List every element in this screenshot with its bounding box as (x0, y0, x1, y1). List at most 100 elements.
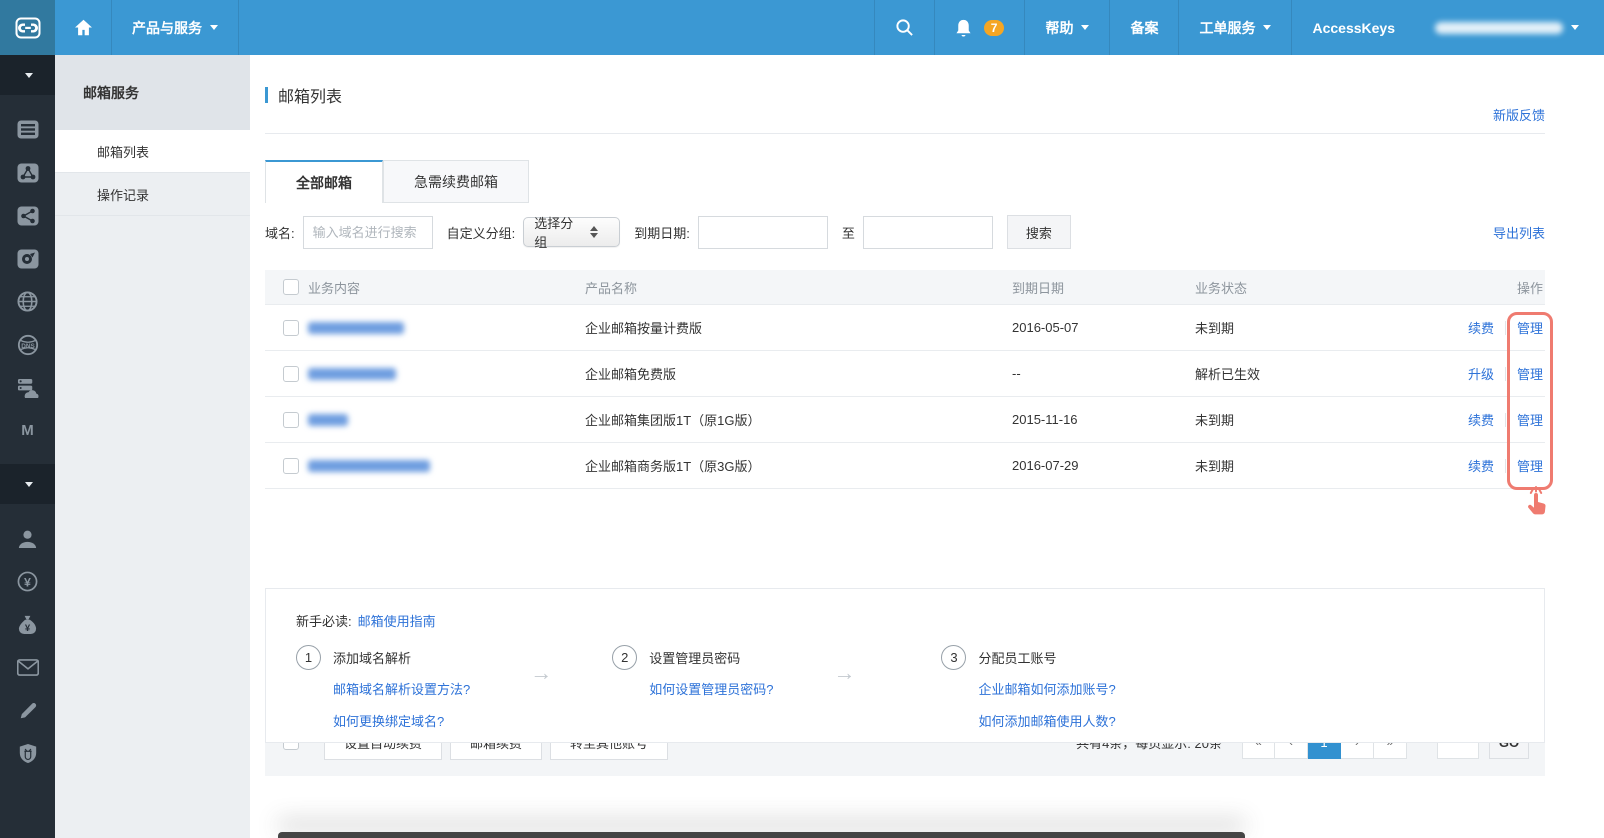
money-bag-icon: ¥ (17, 614, 38, 635)
row-checkbox[interactable] (283, 412, 299, 428)
row-checkbox[interactable] (283, 458, 299, 474)
rail-collapse-top-button[interactable] (0, 55, 55, 95)
sidebar-item-operation-log[interactable]: 操作记录 (55, 173, 250, 216)
chevron-down-icon (25, 482, 33, 487)
upgrade-link[interactable]: 升级 (1468, 364, 1494, 383)
redacted-domain-text[interactable] (308, 368, 396, 380)
product-name: 企业邮箱集团版1T（原1G版） (585, 397, 761, 442)
help-menu[interactable]: 帮助 (1024, 0, 1109, 55)
expire-date: -- (1012, 351, 1021, 396)
step-number: 1 (296, 645, 321, 670)
sidebar-item-label: 操作记录 (97, 185, 149, 204)
expire-date-label: 到期日期: (634, 223, 690, 242)
tab-all-mailboxes[interactable]: 全部邮箱 (265, 160, 383, 203)
accesskeys-label: AccessKeys (1312, 20, 1395, 36)
sidebar-header: 邮箱服务 (55, 55, 250, 130)
rail-item-edit[interactable] (0, 689, 55, 732)
home-button[interactable] (55, 0, 112, 55)
step-number: 2 (612, 645, 637, 670)
beginner-guide-panel: 新手必读: 邮箱使用指南 1 添加域名解析 邮箱域名解析设置方法? 如何更换绑定… (265, 588, 1545, 743)
group-select-value: 选择分组 (534, 213, 574, 251)
accesskeys-link[interactable]: AccessKeys (1291, 0, 1415, 55)
manage-link[interactable]: 管理 (1517, 318, 1543, 337)
step-title: 设置管理员密码 (649, 648, 773, 667)
select-all-checkbox[interactable] (283, 279, 299, 295)
domain-search-input[interactable] (303, 216, 433, 249)
redacted-domain-text[interactable] (308, 414, 348, 426)
guide-manual-link[interactable]: 邮箱使用指南 (358, 611, 436, 630)
rail-item-share-network[interactable] (0, 194, 55, 237)
expire-date-from-input[interactable] (698, 216, 828, 249)
top-navbar: 产品与服务 7 帮助 备案 工单服务 Access (0, 0, 1604, 55)
step-title: 添加域名解析 (333, 648, 470, 667)
aliyun-logo[interactable] (0, 0, 55, 55)
hand-pointer-icon (1521, 486, 1551, 521)
yuan-coin-icon: ¥ (17, 571, 38, 592)
redacted-domain-text[interactable] (308, 460, 430, 472)
search-submit-button[interactable]: 搜索 (1007, 215, 1071, 249)
sidebar-item-label: 邮箱列表 (97, 142, 149, 161)
rail-item-cdn[interactable] (0, 280, 55, 323)
export-list-link[interactable]: 导出列表 (1493, 223, 1545, 242)
shield-icon (18, 743, 38, 764)
triangle-nodes-icon (17, 163, 39, 183)
row-checkbox[interactable] (283, 366, 299, 382)
search-button[interactable] (874, 0, 934, 55)
bottom-cutoff-element (278, 832, 1245, 838)
rail-item-funds[interactable]: ¥ (0, 603, 55, 646)
rail-item-billing[interactable]: ¥ (0, 560, 55, 603)
products-services-menu[interactable]: 产品与服务 (112, 0, 239, 55)
renew-link[interactable]: 续费 (1468, 318, 1494, 337)
page-header: 邮箱列表 (265, 83, 342, 107)
globe-icon (17, 291, 38, 312)
expire-date-to-input[interactable] (863, 216, 993, 249)
rail-item-app-cluster[interactable] (0, 151, 55, 194)
rail-item-dns[interactable]: DNS (0, 323, 55, 366)
notifications-button[interactable]: 7 (934, 0, 1025, 55)
beian-link[interactable]: 备案 (1109, 0, 1178, 55)
rail-item-account[interactable] (0, 517, 55, 560)
renew-link[interactable]: 续费 (1468, 456, 1494, 475)
rail-item-message-service[interactable]: M (0, 409, 55, 452)
step-number: 3 (941, 645, 966, 670)
tab-renewal-needed[interactable]: 急需续费邮箱 (383, 160, 529, 203)
redacted-domain-text[interactable] (308, 322, 404, 334)
rail-item-server[interactable] (0, 108, 55, 151)
tab-label: 急需续费邮箱 (414, 172, 498, 192)
group-select[interactable]: 选择分组 (523, 217, 620, 247)
guide-link[interactable]: 如何添加邮箱使用人数? (978, 711, 1115, 730)
action-divider (1505, 413, 1506, 427)
rail-item-database[interactable] (0, 237, 55, 280)
rail-collapse-bottom-button[interactable] (0, 464, 55, 504)
guide-link[interactable]: 企业邮箱如何添加账号? (978, 679, 1115, 698)
chevron-down-icon (210, 25, 218, 30)
chevron-down-icon (25, 73, 33, 78)
renew-link[interactable]: 续费 (1468, 410, 1494, 429)
guide-link[interactable]: 邮箱域名解析设置方法? (333, 679, 470, 698)
manage-link[interactable]: 管理 (1517, 364, 1543, 383)
account-menu[interactable] (1415, 0, 1604, 55)
envelope-icon (17, 659, 39, 676)
sidebar: 邮箱服务 邮箱列表 操作记录 (55, 55, 250, 838)
sidebar-item-mail-list[interactable]: 邮箱列表 (55, 130, 250, 173)
rail-item-server-cloud[interactable] (0, 366, 55, 409)
chevron-down-icon (1571, 25, 1579, 30)
chevron-down-icon (1263, 25, 1271, 30)
action-divider (1505, 459, 1506, 473)
table-header-row: 业务内容 产品名称 到期日期 业务状态 操作 (265, 270, 1545, 305)
domain-filter-label: 域名: (265, 223, 295, 242)
tab-label: 全部邮箱 (296, 173, 352, 193)
guide-step-3: 3 分配员工账号 企业邮箱如何添加账号? 如何添加邮箱使用人数? (941, 648, 1115, 743)
step-title: 分配员工账号 (978, 648, 1115, 667)
guide-link[interactable]: 如何更换绑定域名? (333, 711, 470, 730)
row-checkbox[interactable] (283, 320, 299, 336)
guide-link[interactable]: 如何设置管理员密码? (649, 679, 773, 698)
rail-item-security[interactable] (0, 732, 55, 775)
search-icon (895, 18, 914, 37)
feedback-link[interactable]: 新版反馈 (1493, 105, 1545, 124)
status-text: 未到期 (1195, 397, 1234, 442)
tickets-menu[interactable]: 工单服务 (1178, 0, 1291, 55)
manage-link[interactable]: 管理 (1517, 410, 1543, 429)
manage-link[interactable]: 管理 (1517, 456, 1543, 475)
rail-item-mail[interactable] (0, 646, 55, 689)
